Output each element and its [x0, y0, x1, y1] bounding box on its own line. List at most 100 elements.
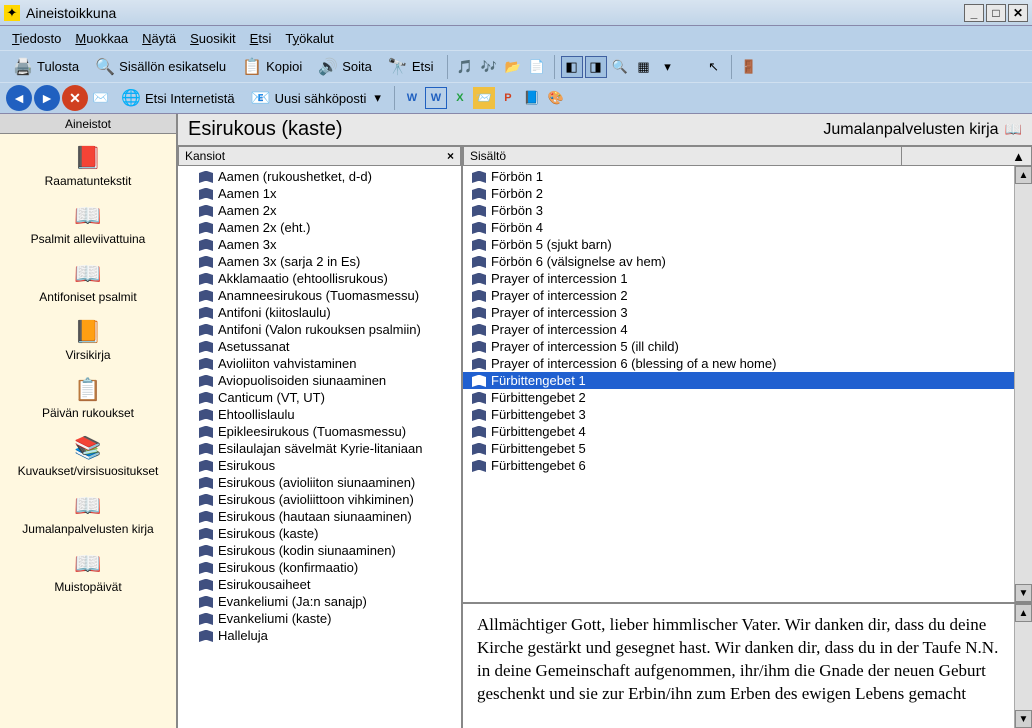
content-item[interactable]: Fürbittengebet 4	[463, 423, 1032, 440]
content-item[interactable]: Fürbittengebet 5	[463, 440, 1032, 457]
copy-button[interactable]: 📋 Kopioi	[235, 53, 309, 81]
content-item[interactable]: Fürbittengebet 6	[463, 457, 1032, 474]
excel-icon-button[interactable]: X	[449, 87, 471, 109]
sidebar-item[interactable]: 📕 Raamatuntekstit	[0, 140, 176, 198]
music-notes-button[interactable]: 🎶	[478, 56, 500, 78]
folder-item[interactable]: Aamen 1x	[178, 185, 461, 202]
content-item[interactable]: Prayer of intercession 1	[463, 270, 1032, 287]
text-scroll-up-button[interactable]: ▲	[1015, 604, 1032, 622]
content-item[interactable]: Prayer of intercession 4	[463, 321, 1032, 338]
folder-item[interactable]: Anamneesirukous (Tuomasmessu)	[178, 287, 461, 304]
folder-item[interactable]: Aamen 3x (sarja 2 in Es)	[178, 253, 461, 270]
content-item[interactable]: Förbön 6 (välsignelse av hem)	[463, 253, 1032, 270]
dropdown-button[interactable]: ▾	[657, 56, 679, 78]
folder-item[interactable]: Esirukous (hautaan siunaaminen)	[178, 508, 461, 525]
search-internet-button[interactable]: 🌐 Etsi Internetistä	[114, 84, 242, 112]
content-item[interactable]: Prayer of intercession 5 (ill child)	[463, 338, 1032, 355]
pointer-button[interactable]: ↖	[703, 56, 725, 78]
content-item[interactable]: Prayer of intercession 2	[463, 287, 1032, 304]
find-button[interactable]: 🔭 Etsi	[381, 53, 441, 81]
scroll-down-button[interactable]: ▼	[1015, 584, 1032, 602]
outlook-icon-button[interactable]: 📨	[473, 87, 495, 109]
view-panel-right-button[interactable]: ◨	[585, 56, 607, 78]
view-panel-left-button[interactable]: ◧	[561, 56, 583, 78]
scrollbar[interactable]: ▲ ▼	[1014, 166, 1032, 602]
minimize-button[interactable]: _	[964, 4, 984, 22]
content-item[interactable]: Förbön 3	[463, 202, 1032, 219]
sidebar-item[interactable]: 📖 Muistopäivät	[0, 546, 176, 604]
folder-item[interactable]: Evankeliumi (kaste)	[178, 610, 461, 627]
folder-item[interactable]: Antifoni (Valon rukouksen psalmiin)	[178, 321, 461, 338]
exit-door-button[interactable]: 🚪	[738, 56, 760, 78]
document-button[interactable]: 📄	[526, 56, 548, 78]
content-item[interactable]: Fürbittengebet 3	[463, 406, 1032, 423]
content-item[interactable]: Fürbittengebet 1	[463, 372, 1032, 389]
content-item[interactable]: Förbön 1	[463, 168, 1032, 185]
powerpoint-icon-button[interactable]: P	[497, 87, 519, 109]
folder-item[interactable]: Epikleesirukous (Tuomasmessu)	[178, 423, 461, 440]
folder-item[interactable]: Esilaulajan sävelmät Kyrie-litaniaan	[178, 440, 461, 457]
folder-item[interactable]: Canticum (VT, UT)	[178, 389, 461, 406]
menu-edit[interactable]: Muokkaa	[69, 29, 134, 48]
text-scrollbar[interactable]: ▲ ▼	[1014, 604, 1032, 728]
folder-item[interactable]: Aamen 2x (eht.)	[178, 219, 461, 236]
content-item[interactable]: Prayer of intercession 6 (blessing of a …	[463, 355, 1032, 372]
folder-item[interactable]: Aamen (rukoushetket, d-d)	[178, 168, 461, 185]
folder-open-button[interactable]: 📂	[502, 56, 524, 78]
menu-file[interactable]: Tiedosto	[6, 29, 67, 48]
folder-item[interactable]: Evankeliumi (Ja:n sanajp)	[178, 593, 461, 610]
folder-item[interactable]: Ehtoollislaulu	[178, 406, 461, 423]
menu-view[interactable]: Näytä	[136, 29, 182, 48]
folder-item[interactable]: Esirukous	[178, 457, 461, 474]
sidebar-item[interactable]: 📚 Kuvaukset/virsisuositukset	[0, 430, 176, 488]
mail-button[interactable]: ✉️	[90, 87, 112, 109]
stop-button[interactable]: ✕	[62, 85, 88, 111]
folder-item[interactable]: Esirukous (avioliiton siunaaminen)	[178, 474, 461, 491]
content-item[interactable]: Förbön 4	[463, 219, 1032, 236]
menu-favorites[interactable]: Suosikit	[184, 29, 242, 48]
folder-item[interactable]: Aviopuolisoiden siunaaminen	[178, 372, 461, 389]
folders-close-button[interactable]: ×	[447, 149, 454, 163]
music-note-button[interactable]: 🎵	[454, 56, 476, 78]
play-button[interactable]: 🔊 Soita	[311, 53, 379, 81]
folder-item[interactable]: Esirukous (avioliittoon vihkiminen)	[178, 491, 461, 508]
app-icon-button[interactable]: 📘	[521, 87, 543, 109]
folder-item[interactable]: Halleluja	[178, 627, 461, 644]
misc-icon-button[interactable]: 🎨	[545, 87, 567, 109]
content-list[interactable]: Förbön 1Förbön 2Förbön 3Förbön 4Förbön 5…	[463, 166, 1032, 602]
folder-item[interactable]: Esirukousaiheet	[178, 576, 461, 593]
word-icon-button[interactable]: W	[401, 87, 423, 109]
forward-button[interactable]: ►	[34, 85, 60, 111]
menu-tools[interactable]: Työkalut	[279, 29, 339, 48]
folder-item[interactable]: Avioliiton vahvistaminen	[178, 355, 461, 372]
folder-item[interactable]: Esirukous (kodin siunaaminen)	[178, 542, 461, 559]
grid-button[interactable]: ▦	[633, 56, 655, 78]
sidebar-item[interactable]: 📖 Psalmit alleviivattuina	[0, 198, 176, 256]
sisalto-header[interactable]: Sisältö	[463, 146, 902, 166]
close-button[interactable]: ✕	[1008, 4, 1028, 22]
content-item[interactable]: Fürbittengebet 2	[463, 389, 1032, 406]
folder-item[interactable]: Esirukous (konfirmaatio)	[178, 559, 461, 576]
content-item[interactable]: Förbön 2	[463, 185, 1032, 202]
folder-list[interactable]: Aamen (rukoushetket, d-d)Aamen 1x Aamen 2…	[178, 166, 461, 728]
text-scroll-down-button[interactable]: ▼	[1015, 710, 1032, 728]
back-button[interactable]: ◄	[6, 85, 32, 111]
sidebar-item[interactable]: 📖 Jumalanpalvelusten kirja	[0, 488, 176, 546]
content-item[interactable]: Förbön 5 (sjukt barn)	[463, 236, 1032, 253]
folder-item[interactable]: Aamen 3x	[178, 236, 461, 253]
scroll-up-button[interactable]: ▲	[1015, 166, 1032, 184]
menu-search[interactable]: Etsi	[244, 29, 278, 48]
sidebar-item[interactable]: 📖 Antifoniset psalmit	[0, 256, 176, 314]
folder-item[interactable]: Antifoni (kiitoslaulu)	[178, 304, 461, 321]
folder-item[interactable]: Asetussanat	[178, 338, 461, 355]
folder-item[interactable]: Esirukous (kaste)	[178, 525, 461, 542]
sidebar-item[interactable]: 📋 Päivän rukoukset	[0, 372, 176, 430]
sidebar-item[interactable]: 📙 Virsikirja	[0, 314, 176, 372]
content-item[interactable]: Prayer of intercession 3	[463, 304, 1032, 321]
maximize-button[interactable]: □	[986, 4, 1006, 22]
new-email-button[interactable]: 📧 Uusi sähköposti ▾	[244, 84, 388, 112]
sisalto-header-sort[interactable]: ▲	[902, 146, 1032, 166]
zoom-button[interactable]: 🔍	[609, 56, 631, 78]
folder-item[interactable]: Akklamaatio (ehtoollisrukous)	[178, 270, 461, 287]
preview-button[interactable]: 🔍 Sisällön esikatselu	[88, 53, 233, 81]
